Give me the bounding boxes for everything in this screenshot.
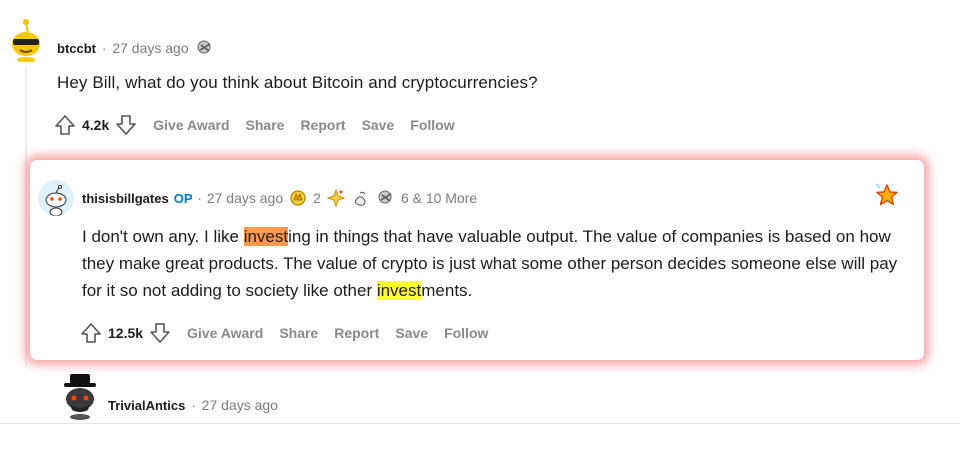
username[interactable]: thisisbillgates	[82, 191, 169, 206]
comment-actions: 4.2k Give Award Share Report Save Follow	[54, 114, 455, 136]
vote-group: 4.2k	[54, 114, 137, 136]
arrow-up-icon[interactable]	[54, 114, 76, 136]
username[interactable]: TrivialAntics	[108, 398, 185, 413]
separator-dot: ·	[191, 397, 196, 413]
body-text: ments.	[421, 281, 473, 300]
arrow-down-icon[interactable]	[115, 114, 137, 136]
op-badge: OP	[173, 190, 193, 206]
award-count: 2	[313, 190, 321, 206]
separator-dot: ·	[102, 40, 107, 56]
timestamp[interactable]: 27 days ago	[207, 190, 283, 206]
comment-meta: thisisbillgates OP · 27 days ago 2 6 & 1…	[82, 188, 477, 208]
thread-line[interactable]	[25, 66, 27, 366]
hands-award-icon[interactable]	[351, 188, 371, 208]
follow-button[interactable]: Follow	[444, 325, 488, 341]
give-award-button[interactable]: Give Award	[153, 117, 229, 133]
username[interactable]: btccbt	[57, 41, 96, 56]
star-icon[interactable]	[874, 182, 900, 208]
more-awards-link[interactable]: 6 & 10 More	[401, 190, 477, 206]
comment-meta: TrivialAntics · 27 days ago	[108, 397, 278, 413]
highlight-yellow: invest	[376, 281, 422, 300]
avatar-thisisbillgates[interactable]	[38, 180, 74, 216]
award-icon[interactable]	[195, 38, 215, 58]
sparkle-award-icon[interactable]	[326, 188, 346, 208]
comment-meta: btccbt · 27 days ago	[57, 38, 215, 58]
comment-actions: 12.5k Give Award Share Report Save Follo…	[80, 322, 488, 344]
report-button[interactable]: Report	[300, 117, 345, 133]
comment-body: I don't own any. I like investing in thi…	[82, 223, 902, 304]
follow-button[interactable]: Follow	[410, 117, 454, 133]
save-button[interactable]: Save	[362, 117, 395, 133]
separator-dot: ·	[197, 190, 202, 206]
highlighted-comment-card: thisisbillgates OP · 27 days ago 2 6 & 1…	[29, 159, 925, 361]
arrow-down-icon[interactable]	[149, 322, 171, 344]
highlight-orange: invest	[243, 227, 289, 246]
give-award-button[interactable]: Give Award	[187, 325, 263, 341]
report-button[interactable]: Report	[334, 325, 379, 341]
timestamp[interactable]: 27 days ago	[112, 40, 188, 56]
snoo-hat-avatar-icon	[64, 374, 96, 420]
arrow-up-icon[interactable]	[80, 322, 102, 344]
save-button[interactable]: Save	[395, 325, 428, 341]
snoo-avatar-icon	[38, 180, 74, 216]
share-button[interactable]: Share	[246, 117, 285, 133]
divider	[0, 423, 960, 424]
award-icon[interactable]	[376, 188, 396, 208]
avatar-trivialantics[interactable]	[58, 372, 102, 420]
vote-count: 12.5k	[108, 325, 144, 341]
share-button[interactable]: Share	[279, 325, 318, 341]
body-text: I don't own any. I like	[82, 227, 244, 246]
snoo-sunglasses-avatar-icon	[12, 19, 40, 63]
vote-group: 12.5k	[80, 322, 171, 344]
avatar-btccbt[interactable]	[4, 14, 48, 63]
gold-award-icon[interactable]	[288, 188, 308, 208]
comment-body: Hey Bill, what do you think about Bitcoi…	[57, 73, 538, 92]
vote-count: 4.2k	[82, 117, 110, 133]
timestamp[interactable]: 27 days ago	[202, 397, 278, 413]
